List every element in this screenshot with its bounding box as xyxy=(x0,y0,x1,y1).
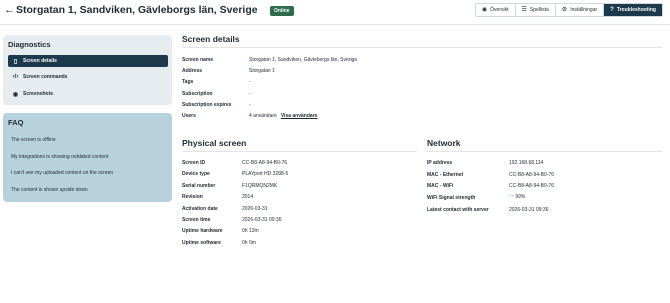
arrow-left-icon[interactable]: ← xyxy=(4,4,15,16)
detail-label: Activation date xyxy=(182,206,218,212)
diagnostics-panel: Diagnostics ▯ Screen details ‹/› Screen … xyxy=(3,35,172,105)
status-badge: Online xyxy=(270,6,294,16)
faq-panel: FAQ The screen is offline My integration… xyxy=(3,113,172,202)
detail-label: IP address xyxy=(427,160,453,166)
tab-bar: ◉ Översikt ☰ Spellista ⚙ Inställningar ?… xyxy=(474,3,663,17)
physical-screen-title: Physical screen xyxy=(182,138,247,148)
tab-label: Troubleshooting xyxy=(616,7,656,13)
faq-item[interactable]: My integrations is showing outdated cont… xyxy=(11,154,108,160)
detail-value: CC-B8-A8-94-B0-76 xyxy=(242,160,288,166)
detail-label: Address xyxy=(182,68,203,74)
nav-label: Screen details xyxy=(23,58,57,64)
detail-label: MAC - WiFi xyxy=(427,183,454,189)
tab-label: Inställningar xyxy=(570,7,598,13)
detail-label: WiFi Signal strength xyxy=(427,195,476,201)
detail-value: 0h 13m xyxy=(242,228,259,234)
wifi-strength-value: ◠ 99% xyxy=(509,194,525,200)
detail-label: Screen ID xyxy=(182,160,206,166)
wifi-icon: ◠ xyxy=(509,194,514,200)
faq-title: FAQ xyxy=(8,118,24,127)
detail-label: Latest contact with server xyxy=(427,207,489,213)
header-divider xyxy=(0,24,670,25)
users-count: 4 användare xyxy=(249,113,277,119)
detail-label: Screen time xyxy=(182,217,211,223)
detail-value: CC-B8-A8-94-B0-76 xyxy=(509,172,555,178)
detail-label: Device type xyxy=(182,171,210,177)
detail-value: Storgatan 1 xyxy=(249,68,275,74)
screen-details-title: Screen details xyxy=(182,34,240,44)
detail-label: Uptime software xyxy=(182,240,221,246)
nav-screen-details[interactable]: ▯ Screen details xyxy=(8,55,168,67)
tab-label: Översikt xyxy=(490,7,509,13)
page-title: Storgatan 1, Sandviken, Gävleborgs län, … xyxy=(16,4,258,16)
section-divider xyxy=(182,47,662,48)
gear-icon: ⚙ xyxy=(561,7,568,13)
nav-screen-commands[interactable]: ‹/› Screen commands xyxy=(8,71,168,83)
detail-label: Screen name xyxy=(182,57,214,63)
tab-troubleshooting[interactable]: ? Troubleshooting xyxy=(603,4,662,16)
detail-value: CC-B8-A8-94-B0-76 xyxy=(509,183,555,189)
detail-label: Tags xyxy=(182,79,194,85)
tab-oversikt[interactable]: ◉ Översikt xyxy=(476,4,515,16)
playlist-icon: ☰ xyxy=(521,7,527,13)
users-value: 4 användare Visa användare xyxy=(249,113,317,119)
detail-value: - xyxy=(249,91,251,97)
faq-item[interactable]: The screen is offline xyxy=(11,137,56,143)
detail-label: Subscription expires xyxy=(182,102,232,108)
detail-value: 2026-03-31 xyxy=(242,206,268,212)
section-divider xyxy=(427,151,662,152)
diagnostics-title: Diagnostics xyxy=(8,40,51,49)
screen-icon: ▯ xyxy=(13,58,18,65)
faq-item[interactable]: The content is shown upside down xyxy=(11,187,88,193)
code-icon: ‹/› xyxy=(12,74,19,80)
detail-value: 2014 xyxy=(242,194,254,200)
detail-label: MAC - Ethernet xyxy=(427,172,464,178)
detail-value: 0h 0m xyxy=(242,240,256,246)
detail-value: - xyxy=(249,79,251,85)
faq-item[interactable]: I can't see my uploaded content on the s… xyxy=(11,170,113,176)
eye-icon: ◉ xyxy=(481,7,488,13)
nav-label: Screenshots xyxy=(23,91,54,97)
detail-value: 2026-03-31 09:36 xyxy=(242,217,282,223)
tab-spellista[interactable]: ☰ Spellista xyxy=(514,4,555,16)
detail-label: Serial number xyxy=(182,183,216,189)
detail-value: - xyxy=(249,102,251,108)
detail-label: Subscription xyxy=(182,91,213,97)
section-divider xyxy=(182,151,417,152)
wifi-percent: 99% xyxy=(515,194,526,200)
detail-value: 192.168.68.114 xyxy=(509,160,544,166)
tab-installningar[interactable]: ⚙ Inställningar xyxy=(554,4,603,16)
nav-screenshots[interactable]: ◉ Screenshots xyxy=(8,88,168,100)
help-circle-icon: ? xyxy=(610,7,614,13)
view-users-link[interactable]: Visa användare xyxy=(281,113,318,119)
network-title: Network xyxy=(427,138,461,148)
detail-value: Storgatan 1, Sandviken, Gävleborgs län, … xyxy=(249,57,358,63)
tab-label: Spellista xyxy=(529,7,549,13)
detail-label: Revision xyxy=(182,194,203,200)
detail-value: 2026-03-31 09:36 xyxy=(509,207,549,213)
detail-label: Uptime hardware xyxy=(182,228,223,234)
nav-label: Screen commands xyxy=(23,74,68,80)
eye-icon: ◉ xyxy=(12,91,19,98)
detail-value: F1QRMQN2MK xyxy=(242,183,278,189)
detail-label: Users xyxy=(182,113,196,119)
page-header: ← Storgatan 1, Sandviken, Gävleborgs län… xyxy=(0,0,670,22)
detail-value: PLAYport HD 3288-5 xyxy=(242,171,289,177)
